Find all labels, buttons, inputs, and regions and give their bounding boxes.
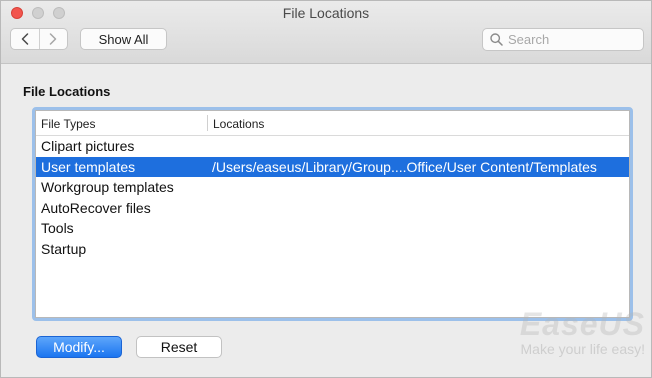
window-title: File Locations [282, 5, 370, 21]
title-bar: File Locations Show All [1, 1, 651, 64]
chevron-left-icon [21, 33, 28, 45]
table-row[interactable]: Startup [36, 239, 629, 260]
reset-button[interactable]: Reset [136, 336, 222, 358]
modify-button[interactable]: Modify... [36, 336, 122, 358]
column-divider[interactable] [207, 115, 208, 131]
file-type-cell: Workgroup templates [41, 179, 174, 196]
show-all-button[interactable]: Show All [80, 28, 167, 50]
table-row[interactable]: AutoRecover files [36, 198, 629, 219]
file-type-cell: User templates [41, 158, 136, 175]
table-row[interactable]: Clipart pictures [36, 136, 629, 157]
forward-button[interactable] [40, 29, 68, 49]
section-title: File Locations [23, 84, 111, 99]
file-type-cell: AutoRecover files [41, 199, 151, 216]
watermark-tagline: Make your life easy! [520, 341, 646, 357]
search-field[interactable] [482, 28, 644, 51]
search-input[interactable] [508, 32, 628, 47]
table-row[interactable]: Tools [36, 218, 629, 239]
preferences-window: File Locations Show All File Locations [0, 0, 652, 378]
table-row[interactable]: Workgroup templates [36, 177, 629, 198]
file-type-cell: Clipart pictures [41, 138, 135, 154]
chevron-right-icon [50, 33, 57, 45]
file-type-cell: Tools [41, 220, 74, 237]
table-header: File Types Locations [36, 111, 629, 136]
back-button[interactable] [11, 29, 40, 49]
column-header-file-types[interactable]: File Types [41, 117, 95, 131]
table-body: Clipart pictures User templates /Users/e… [36, 136, 629, 260]
location-cell: /Users/easeus/Library/Group....Office/Us… [212, 158, 597, 175]
column-header-locations[interactable]: Locations [213, 117, 264, 131]
file-locations-table[interactable]: File Types Locations Clipart pictures Us… [32, 107, 633, 321]
navigation-buttons [10, 28, 68, 50]
magnifier-icon [490, 33, 503, 46]
table-row-selected[interactable]: User templates /Users/easeus/Library/Gro… [36, 156, 629, 178]
file-type-cell: Startup [41, 240, 87, 257]
